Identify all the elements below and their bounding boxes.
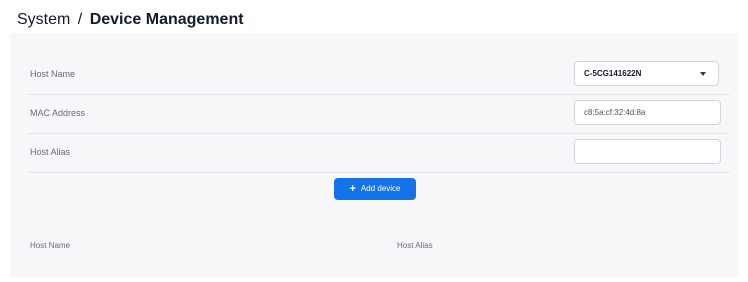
host-alias-input[interactable] xyxy=(574,139,721,164)
mac-address-row: MAC Address xyxy=(28,94,730,134)
host-name-row: Host Name C-5CG141622N xyxy=(28,55,730,95)
chevron-down-icon xyxy=(700,72,706,76)
mac-address-input[interactable] xyxy=(574,100,721,125)
add-device-label: Add device xyxy=(360,184,401,193)
device-form-panel: Host Name C-5CG141622N MAC Address Host … xyxy=(10,33,738,277)
host-name-select[interactable]: C-5CG141622N xyxy=(574,61,719,86)
host-name-label: Host Name xyxy=(30,69,76,79)
host-name-selected-value: C-5CG141622N xyxy=(584,69,642,78)
plus-icon: + xyxy=(349,183,356,195)
table-header-host-alias: Host Alias xyxy=(397,241,433,250)
add-device-button[interactable]: + Add device xyxy=(334,178,416,200)
host-alias-label: Host Alias xyxy=(30,147,71,157)
host-alias-row: Host Alias xyxy=(28,133,730,173)
mac-address-label: MAC Address xyxy=(30,108,86,118)
page-title: System / Device Management xyxy=(17,9,244,31)
breadcrumb-section[interactable]: System xyxy=(17,11,70,28)
breadcrumb-current: Device Management xyxy=(89,11,244,28)
device-management-page: System / Device Management Host Name C-5… xyxy=(0,0,748,282)
breadcrumb-separator: / xyxy=(77,11,83,28)
table-header-host-name: Host Name xyxy=(30,241,71,250)
